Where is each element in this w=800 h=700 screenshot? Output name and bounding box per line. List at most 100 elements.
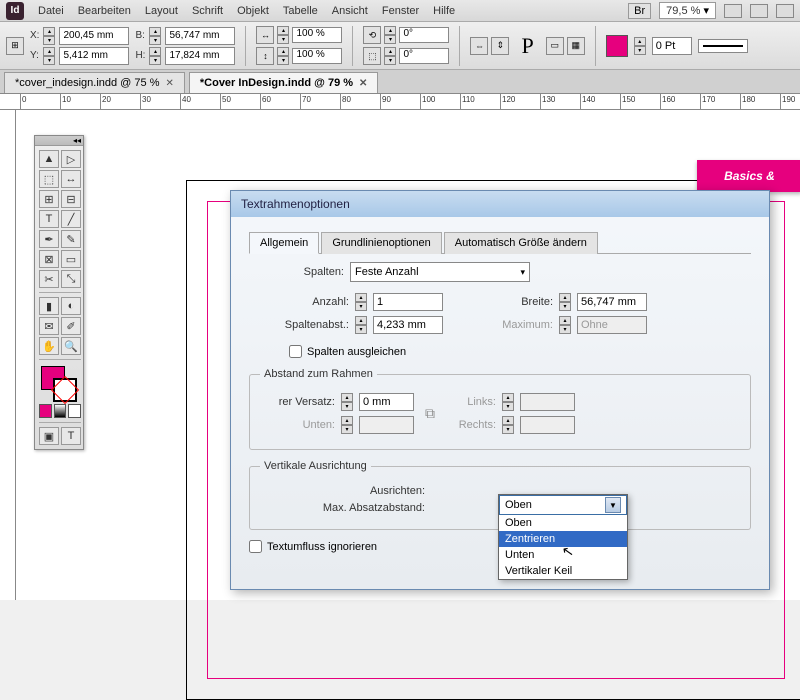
option-oben[interactable]: Oben (499, 515, 627, 531)
menu-objekt[interactable]: Objekt (237, 5, 269, 17)
menu-ansicht[interactable]: Ansicht (332, 5, 368, 17)
y-spinner[interactable]: ▴▾ (43, 47, 55, 65)
rotate-spinner[interactable]: ▴▾ (384, 26, 396, 44)
arrange-icon[interactable] (750, 4, 768, 18)
x-input[interactable]: 200,45 mm (59, 27, 129, 45)
toolbox-header[interactable]: ◂◂ (35, 136, 83, 146)
ausrichten-label: Ausrichten: (260, 485, 425, 497)
zoom-level[interactable]: 79,5 % ▾ (659, 2, 716, 19)
anzahl-input[interactable] (373, 293, 443, 311)
spaltenabst-input[interactable] (373, 316, 443, 334)
rectangle-frame-tool[interactable]: ⊠ (39, 250, 59, 268)
apply-color-icon[interactable] (39, 404, 52, 418)
gradient-swatch-tool[interactable]: ▮ (39, 297, 59, 315)
oben-label: rer Versatz: (260, 396, 335, 408)
oben-input[interactable] (359, 393, 414, 411)
ausrichten-select[interactable]: Oben ▼ (499, 495, 627, 515)
type-tool[interactable]: T (39, 210, 59, 228)
link-icon[interactable]: ⧉ (422, 399, 438, 429)
normal-view-icon[interactable]: ▣ (39, 427, 59, 445)
rectangle-tool[interactable]: ▭ (61, 250, 81, 268)
shear-input[interactable]: 0° (399, 48, 449, 64)
scale-y-input[interactable]: 100 % (292, 48, 342, 64)
scissors-tool[interactable]: ✂ (39, 270, 59, 288)
textumfluss-checkbox[interactable] (249, 540, 262, 553)
selection-tool[interactable]: ▲ (39, 150, 59, 168)
apply-gradient-icon[interactable] (54, 404, 67, 418)
stroke-weight-input[interactable]: 0 Pt (652, 37, 692, 55)
fill-swatch[interactable] (606, 35, 628, 57)
ausrichten-dropdown[interactable]: Oben ▼ Oben Zentrieren Unten Vertikaler … (498, 494, 628, 580)
scale-x-input[interactable]: 100 % (292, 27, 342, 43)
note-tool[interactable]: ✉ (39, 317, 59, 335)
text-frame-basics[interactable]: Basics & (697, 160, 800, 192)
direct-selection-tool[interactable]: ▷ (61, 150, 81, 168)
option-vertikaler-keil[interactable]: Vertikaler Keil (499, 563, 627, 579)
menu-tabelle[interactable]: Tabelle (283, 5, 318, 17)
hand-tool[interactable]: ✋ (39, 337, 59, 355)
select-content-icon[interactable]: ▦ (567, 37, 585, 55)
spalten-select[interactable]: Feste Anzahl▾ (350, 262, 530, 282)
free-transform-tool[interactable]: ⤡ (61, 270, 81, 288)
oben-spinner[interactable]: ▴▾ (341, 393, 353, 411)
scale-y-spinner[interactable]: ▴▾ (277, 47, 289, 65)
gradient-feather-tool[interactable]: ◐ (61, 297, 81, 315)
tab-autosize[interactable]: Automatisch Größe ändern (444, 232, 598, 254)
menu-schrift[interactable]: Schrift (192, 5, 223, 17)
line-tool[interactable]: ╱ (61, 210, 81, 228)
x-spinner[interactable]: ▴▾ (43, 27, 55, 45)
breite-spinner[interactable]: ▴▾ (559, 293, 571, 311)
w-input[interactable]: 56,747 mm (165, 27, 235, 45)
apply-none-icon[interactable] (68, 404, 81, 418)
y-input[interactable]: 5,412 mm (59, 47, 129, 65)
close-icon[interactable]: ✕ (165, 78, 173, 89)
textumfluss-label: Textumfluss ignorieren (267, 541, 377, 553)
zoom-tool[interactable]: 🔍 (61, 337, 81, 355)
control-bar: ⊞ X: ▴▾ 200,45 mm Y: ▴▾ 5,412 mm B: ▴▾ 5… (0, 22, 800, 70)
doc-tab-2[interactable]: *Cover InDesign.indd @ 79 %✕ (189, 72, 379, 93)
preview-view-icon[interactable]: T (61, 427, 81, 445)
tab-grundlinien[interactable]: Grundlinienoptionen (321, 232, 441, 254)
flip-h-icon[interactable]: ⇔ (470, 37, 488, 55)
pen-tool[interactable]: ✒ (39, 230, 59, 248)
rotate-input[interactable]: 0° (399, 27, 449, 43)
doc-tab-1[interactable]: *cover_indesign.indd @ 75 %✕ (4, 72, 185, 93)
stroke-color[interactable] (53, 378, 77, 402)
anzahl-label: Anzahl: (269, 296, 349, 308)
tab-allgemein[interactable]: Allgemein (249, 232, 319, 254)
color-well[interactable] (39, 364, 81, 402)
h-spinner[interactable]: ▴▾ (149, 47, 161, 65)
menu-hilfe[interactable]: Hilfe (433, 5, 455, 17)
scale-x-spinner[interactable]: ▴▾ (277, 26, 289, 44)
bridge-button[interactable]: Br (628, 3, 651, 19)
flip-v-icon[interactable]: ⇕ (491, 37, 509, 55)
page-tool[interactable]: ⬚ (39, 170, 59, 188)
h-input[interactable]: 17,824 mm (165, 47, 235, 65)
chevron-down-icon[interactable]: ▼ (605, 497, 621, 513)
screen-mode-icon[interactable] (724, 4, 742, 18)
menu-layout[interactable]: Layout (145, 5, 178, 17)
reference-point-icon[interactable]: ⊞ (6, 37, 24, 55)
links-spinner: ▴▾ (502, 393, 514, 411)
menu-datei[interactable]: Datei (38, 5, 64, 17)
valign-legend: Vertikale Ausrichtung (260, 460, 371, 472)
anzahl-spinner[interactable]: ▴▾ (355, 293, 367, 311)
w-spinner[interactable]: ▴▾ (149, 27, 161, 45)
breite-input[interactable] (577, 293, 647, 311)
spaltenabst-spinner[interactable]: ▴▾ (355, 316, 367, 334)
spalten-ausgleichen-checkbox[interactable] (289, 345, 302, 358)
abstand-legend: Abstand zum Rahmen (260, 368, 377, 380)
gap-tool[interactable]: ↔ (61, 170, 81, 188)
view-options-icon[interactable] (776, 4, 794, 18)
stroke-style-select[interactable] (698, 39, 748, 53)
menu-fenster[interactable]: Fenster (382, 5, 419, 17)
menu-bearbeiten[interactable]: Bearbeiten (78, 5, 131, 17)
pencil-tool[interactable]: ✎ (61, 230, 81, 248)
shear-spinner[interactable]: ▴▾ (384, 47, 396, 65)
stroke-spinner[interactable]: ▴▾ (634, 37, 646, 55)
select-container-icon[interactable]: ▭ (546, 37, 564, 55)
eyedropper-tool[interactable]: ✐ (61, 317, 81, 335)
close-icon[interactable]: ✕ (359, 78, 367, 89)
content-collector-tool[interactable]: ⊞ (39, 190, 59, 208)
content-placer-tool[interactable]: ⊟ (61, 190, 81, 208)
